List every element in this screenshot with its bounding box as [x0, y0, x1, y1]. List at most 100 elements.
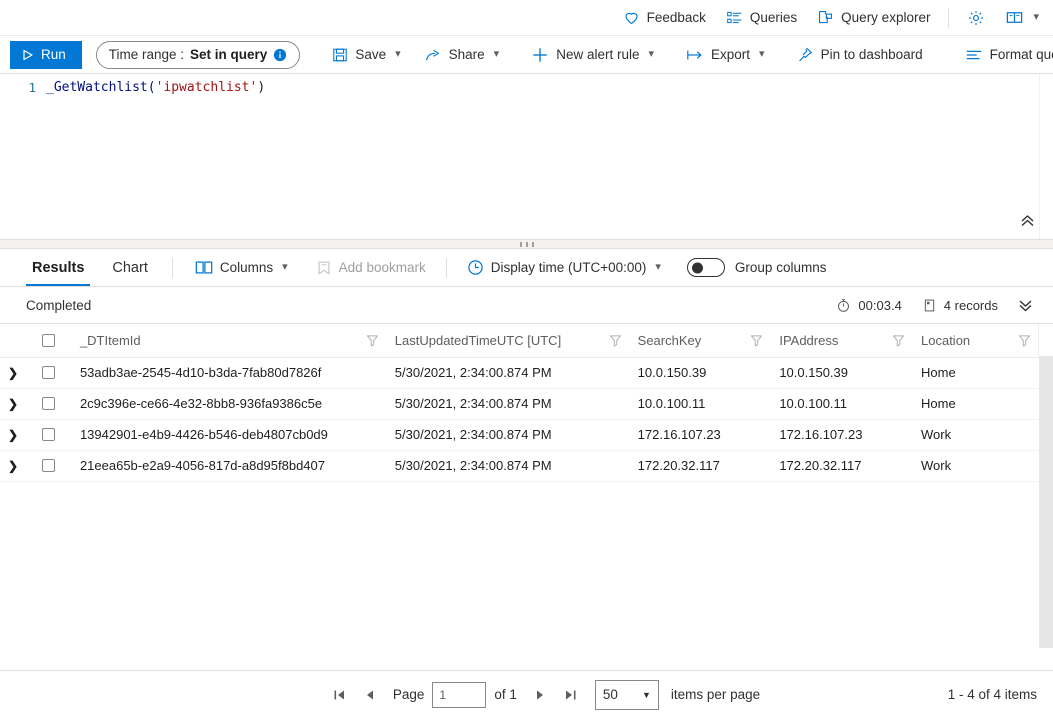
query-editor[interactable]: 1 _GetWatchlist('ipwatchlist'): [0, 74, 1053, 240]
export-label: Export: [711, 47, 750, 62]
row-expander-cell[interactable]: ❯: [0, 419, 34, 450]
grid-pager: Page of 1 50 ▼ items per page 1 - 4 of 4…: [0, 670, 1053, 718]
header-col-location[interactable]: Location: [913, 324, 1039, 357]
next-page-button[interactable]: [525, 681, 555, 709]
row-checkbox[interactable]: [42, 428, 55, 441]
help-book-button[interactable]: ▾: [995, 4, 1041, 31]
status-collapse-button[interactable]: [1010, 295, 1041, 316]
tab-results[interactable]: Results: [26, 249, 90, 286]
cell-dtitemid: 53adb3ae-2545-4d10-b3da-7fab80d7826f: [72, 357, 387, 388]
funnel-icon[interactable]: [609, 334, 622, 347]
table-row[interactable]: ❯ 13942901-e4b9-4426-b546-deb4807cb0d9 5…: [0, 419, 1039, 450]
results-grid-container: _DTItemId LastUpdatedTimeUTC [UTC]: [0, 324, 1053, 648]
row-checkbox[interactable]: [42, 397, 55, 410]
share-button[interactable]: Share ▾: [415, 40, 510, 70]
funnel-icon[interactable]: [750, 334, 763, 347]
chevron-right-icon[interactable]: ❯: [8, 367, 18, 379]
editor-results-splitter[interactable]: [0, 240, 1053, 249]
display-time-label: Display time (UTC+00:00): [491, 260, 647, 275]
columns-button[interactable]: Columns ▾: [185, 253, 298, 283]
row-select-cell[interactable]: [34, 388, 72, 419]
time-range-picker[interactable]: Time range : Set in query: [96, 41, 301, 69]
chevron-right-icon[interactable]: ❯: [8, 460, 18, 472]
select-all-checkbox[interactable]: [42, 334, 55, 347]
new-alert-rule-button[interactable]: New alert rule ▾: [521, 40, 664, 70]
cell-lastupdatedtimeutc: 5/30/2021, 2:34:00.874 PM: [387, 357, 630, 388]
chevron-right-icon[interactable]: ❯: [8, 398, 18, 410]
row-checkbox[interactable]: [42, 366, 55, 379]
feedback-button[interactable]: Feedback: [613, 5, 716, 30]
row-expander-cell[interactable]: ❯: [0, 450, 34, 481]
page-of-label: of 1: [494, 687, 517, 702]
row-expander-cell[interactable]: ❯: [0, 388, 34, 419]
cell-searchkey: 172.20.32.117: [630, 450, 772, 481]
query-explorer-button[interactable]: Query explorer: [807, 5, 940, 30]
table-row[interactable]: ❯ 2c9c396e-ce66-4e32-8bb8-936fa9386c5e 5…: [0, 388, 1039, 419]
funnel-icon[interactable]: [366, 334, 379, 347]
cell-location: Work: [913, 450, 1039, 481]
editor-token-string: 'ipwatchlist': [156, 80, 258, 95]
run-button[interactable]: Run: [10, 41, 82, 69]
page-number-input[interactable]: [432, 682, 486, 708]
run-label: Run: [41, 47, 66, 62]
add-bookmark-button: Add bookmark: [306, 253, 436, 283]
book-icon: [1005, 8, 1024, 27]
table-row[interactable]: ❯ 21eea65b-e2a9-4056-817d-a8d95f8bd407 5…: [0, 450, 1039, 481]
items-per-page-value: 50: [603, 687, 618, 702]
command-toolbar: Run Time range : Set in query Save ▾: [0, 36, 1053, 74]
header-col-searchkey[interactable]: SearchKey: [630, 324, 772, 357]
info-icon[interactable]: [273, 48, 287, 62]
row-expander-cell[interactable]: ❯: [0, 357, 34, 388]
columns-label: Columns: [220, 260, 273, 275]
feedback-label: Feedback: [647, 11, 706, 25]
editor-vertical-scrollbar[interactable]: [1039, 74, 1053, 239]
time-range-lead-label: Time range :: [109, 47, 184, 62]
row-checkbox[interactable]: [42, 459, 55, 472]
cell-ipaddress: 10.0.150.39: [771, 357, 913, 388]
share-label: Share: [449, 47, 485, 62]
cell-lastupdatedtimeutc: 5/30/2021, 2:34:00.874 PM: [387, 388, 630, 419]
first-page-button[interactable]: [325, 681, 355, 709]
grid-vertical-scrollbar[interactable]: [1039, 356, 1053, 648]
tab-chart[interactable]: Chart: [106, 249, 153, 286]
chevron-right-icon[interactable]: ❯: [8, 429, 18, 441]
save-button[interactable]: Save ▾: [322, 40, 410, 70]
previous-page-button[interactable]: [355, 681, 385, 709]
heart-icon: [623, 9, 640, 26]
share-icon: [425, 47, 442, 63]
editor-collapse-button[interactable]: [1013, 209, 1041, 231]
pin-to-dashboard-button[interactable]: Pin to dashboard: [787, 40, 933, 70]
cell-searchkey: 10.0.100.11: [630, 388, 772, 419]
display-time-button[interactable]: Display time (UTC+00:00) ▾: [457, 253, 671, 283]
settings-button[interactable]: [957, 5, 995, 31]
header-col-ipaddress[interactable]: IPAddress: [771, 324, 913, 357]
grid-header-right-edge: [1038, 324, 1039, 356]
row-select-cell[interactable]: [34, 419, 72, 450]
funnel-icon[interactable]: [1018, 334, 1031, 347]
chevron-down-icon: ▾: [282, 262, 288, 273]
pin-to-dashboard-label: Pin to dashboard: [821, 47, 923, 62]
cell-dtitemid: 13942901-e4b9-4426-b546-deb4807cb0d9: [72, 419, 387, 450]
table-row[interactable]: ❯ 53adb3ae-2545-4d10-b3da-7fab80d7826f 5…: [0, 357, 1039, 388]
export-button[interactable]: Export ▾: [676, 40, 775, 70]
format-query-button[interactable]: Format query: [955, 40, 1053, 70]
cell-location: Home: [913, 388, 1039, 419]
editor-token-close-paren: ): [257, 80, 265, 95]
chevron-down-icon: ▾: [395, 49, 401, 60]
editor-line-1[interactable]: 1 _GetWatchlist('ipwatchlist'): [0, 74, 1053, 97]
row-select-cell[interactable]: [34, 357, 72, 388]
funnel-icon[interactable]: [892, 334, 905, 347]
header-col-dtitemid[interactable]: _DTItemId: [72, 324, 387, 357]
chevron-down-icon: ▾: [655, 262, 661, 273]
items-per-page-select[interactable]: 50 ▼: [595, 680, 659, 710]
last-page-button[interactable]: [555, 681, 585, 709]
toggle-switch-track[interactable]: [687, 258, 725, 277]
editor-code-line[interactable]: _GetWatchlist('ipwatchlist'): [46, 78, 265, 97]
header-col-lastupdatedtimeutc[interactable]: LastUpdatedTimeUTC [UTC]: [387, 324, 630, 357]
group-columns-toggle[interactable]: Group columns: [687, 258, 827, 277]
prev-page-icon: [364, 689, 376, 701]
queries-button[interactable]: Queries: [716, 5, 807, 30]
topbar-divider: [948, 8, 949, 28]
double-chevron-up-icon: [1020, 214, 1035, 227]
row-select-cell[interactable]: [34, 450, 72, 481]
